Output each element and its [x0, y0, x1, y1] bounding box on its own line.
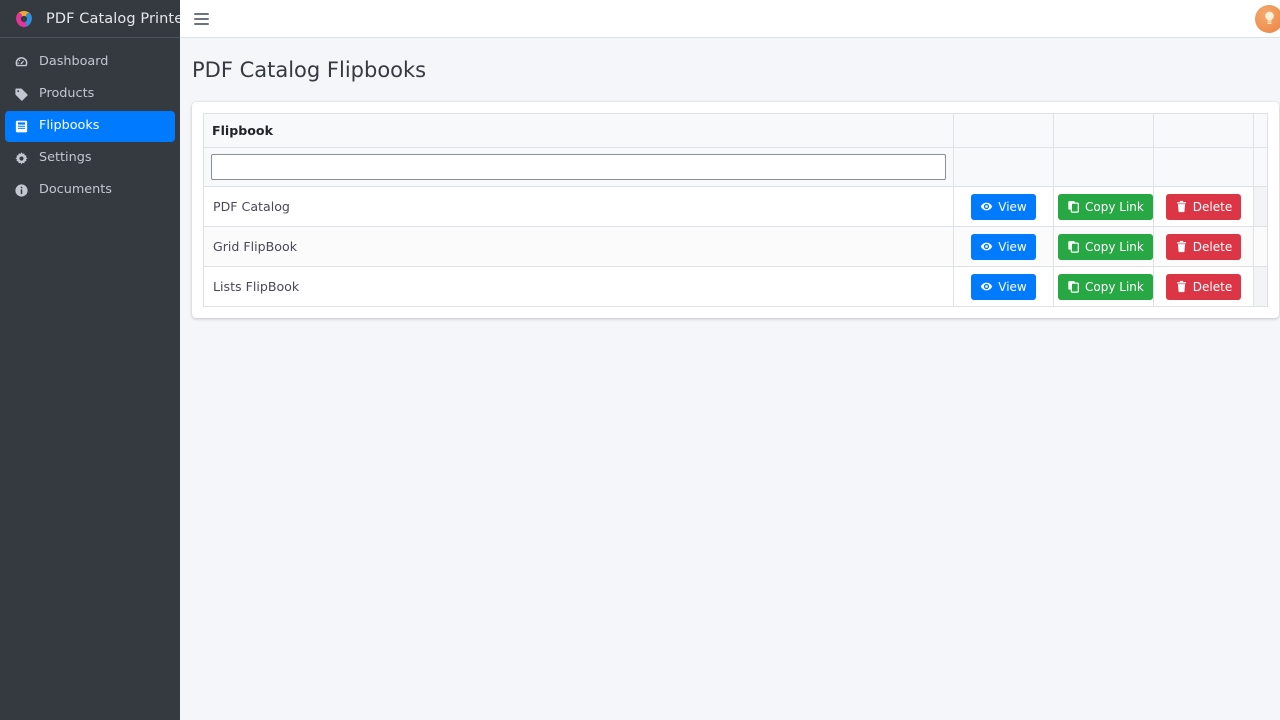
flipbooks-card: Flipbook PDF Catalog View Copy Link Dele… [192, 102, 1279, 318]
filter-cell-gutter [1253, 147, 1268, 187]
topbar [180, 0, 1280, 38]
flipbook-name: Lists FlipBook [203, 266, 954, 307]
hamburger-bar [194, 17, 209, 20]
eye-icon [980, 240, 993, 253]
copy-link-button[interactable]: Copy Link [1058, 233, 1153, 260]
tag-icon [13, 87, 29, 103]
flipbooks-table: Flipbook PDF Catalog View Copy Link Dele… [203, 113, 1268, 307]
row-gutter [1253, 186, 1268, 227]
hamburger-icon[interactable] [194, 11, 212, 27]
eye-icon [980, 200, 993, 213]
sidebar-item-documents[interactable]: Documents [5, 175, 175, 206]
eye-icon [980, 280, 993, 293]
delete-cell: Delete [1153, 226, 1254, 267]
copy-icon [1067, 240, 1080, 253]
column-header-view [953, 113, 1054, 148]
brand-header[interactable]: PDF Catalog Printer [0, 0, 189, 38]
brand-title: PDF Catalog Printer [46, 10, 190, 27]
copy-link-button-label: Copy Link [1085, 199, 1144, 214]
sidebar-item-settings[interactable]: Settings [5, 143, 175, 174]
triple-ring-logo-icon [10, 5, 38, 33]
table-row: Lists FlipBook View Copy Link Delete [203, 266, 1268, 307]
filter-cell-empty [953, 147, 1054, 187]
delete-button[interactable]: Delete [1165, 233, 1242, 260]
hamburger-bar [194, 22, 209, 25]
hamburger-bar [194, 12, 209, 15]
delete-button[interactable]: Delete [1165, 193, 1242, 220]
view-button-label: View [998, 199, 1027, 214]
table-head: Flipbook [203, 113, 1268, 187]
view-button-label: View [998, 279, 1027, 294]
table-row: PDF Catalog View Copy Link Delete [203, 186, 1268, 227]
table-filter-row [203, 147, 1268, 187]
book-icon [13, 119, 29, 135]
view-button[interactable]: View [971, 233, 1036, 260]
gear-icon [13, 151, 29, 167]
delete-cell: Delete [1153, 266, 1254, 307]
filter-cell-empty [1053, 147, 1154, 187]
view-button-label: View [998, 239, 1027, 254]
flipbook-name: Grid FlipBook [203, 226, 954, 267]
copy-cell: Copy Link [1053, 266, 1154, 307]
column-header-delete [1153, 113, 1254, 148]
view-cell: View [953, 266, 1054, 307]
trash-icon [1175, 240, 1188, 253]
table-header-row: Flipbook [203, 113, 1268, 148]
view-button[interactable]: View [971, 193, 1036, 220]
copy-cell: Copy Link [1053, 186, 1154, 227]
sidebar-item-products[interactable]: Products [5, 79, 175, 110]
sidebar-item-label: Settings [39, 150, 92, 166]
sidebar-item-label: Dashboard [39, 54, 109, 70]
copy-link-button[interactable]: Copy Link [1058, 193, 1153, 220]
delete-button[interactable]: Delete [1165, 273, 1242, 300]
filter-cell-empty [1153, 147, 1254, 187]
flipbook-name: PDF Catalog [203, 186, 954, 227]
sidebar-item-label: Products [39, 86, 95, 102]
delete-button-label: Delete [1192, 279, 1233, 294]
trash-icon [1175, 200, 1188, 213]
sidebar-item-flipbooks[interactable]: Flipbooks [5, 111, 175, 142]
sidebar-item-label: Documents [39, 182, 112, 198]
sidebar-nav: Dashboard Products Flipbooks Settings Do… [0, 38, 180, 207]
delete-cell: Delete [1153, 186, 1254, 227]
filter-cell-flipbook [203, 147, 954, 187]
sidebar: PDF Catalog Printer Dashboard Products F… [0, 0, 189, 720]
content-area: PDF Catalog Flipbooks Flipbook PDF Catal… [180, 38, 1280, 318]
delete-button-label: Delete [1192, 239, 1233, 254]
main-area: PDF Catalog Flipbooks Flipbook PDF Catal… [180, 0, 1280, 720]
table-body: PDF Catalog View Copy Link Delete Grid F… [203, 186, 1268, 307]
column-header-copy [1053, 113, 1154, 148]
row-gutter [1253, 266, 1268, 307]
copy-link-button-label: Copy Link [1085, 239, 1144, 254]
copy-link-button-label: Copy Link [1085, 279, 1144, 294]
app-root: PDF Catalog Printer Dashboard Products F… [0, 0, 1280, 720]
lightbulb-icon[interactable] [1255, 4, 1280, 33]
view-button[interactable]: View [971, 273, 1036, 300]
row-gutter [1253, 226, 1268, 267]
delete-button-label: Delete [1192, 199, 1233, 214]
page-title: PDF Catalog Flipbooks [192, 58, 427, 82]
sidebar-item-label: Flipbooks [39, 118, 100, 134]
copy-cell: Copy Link [1053, 226, 1154, 267]
tachometer-icon [13, 55, 29, 71]
view-cell: View [953, 186, 1054, 227]
sidebar-item-dashboard[interactable]: Dashboard [5, 47, 175, 78]
view-cell: View [953, 226, 1054, 267]
column-header-flipbook[interactable]: Flipbook [203, 113, 954, 148]
copy-icon [1067, 280, 1080, 293]
flipbook-filter-input[interactable] [211, 154, 946, 180]
info-circle-icon [13, 183, 29, 199]
copy-link-button[interactable]: Copy Link [1058, 273, 1153, 300]
table-row: Grid FlipBook View Copy Link Delete [203, 226, 1268, 267]
column-header-gutter [1253, 113, 1268, 148]
copy-icon [1067, 200, 1080, 213]
trash-icon [1175, 280, 1188, 293]
